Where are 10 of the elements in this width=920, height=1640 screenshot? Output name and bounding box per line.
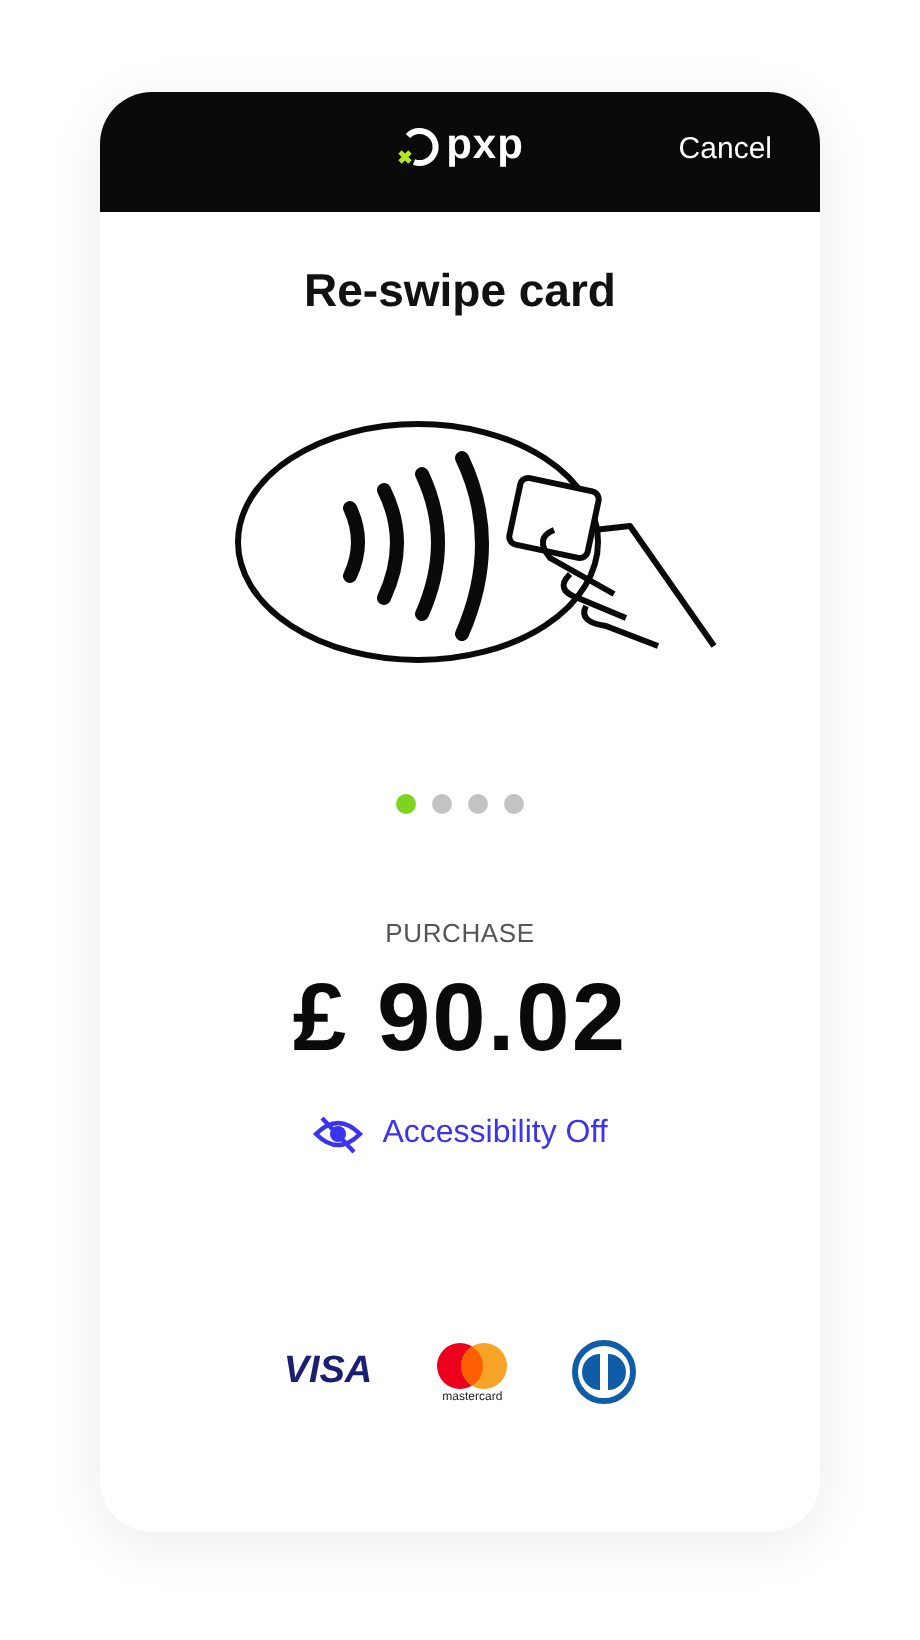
visa-logo: VISA [283,1350,373,1394]
cancel-button[interactable]: Cancel [678,132,772,166]
purchase-amount: £ 90.02 [292,964,628,1074]
purchase-label: PURCHASE [385,918,535,948]
accessibility-toggle[interactable]: Accessibility Off [304,1110,616,1158]
logo-text: pxp [446,122,524,170]
screen-title: Re-swipe card [304,264,616,318]
logo-icon [396,124,441,168]
diners-club-logo [572,1340,637,1404]
hidden-eye-icon [312,1114,365,1154]
